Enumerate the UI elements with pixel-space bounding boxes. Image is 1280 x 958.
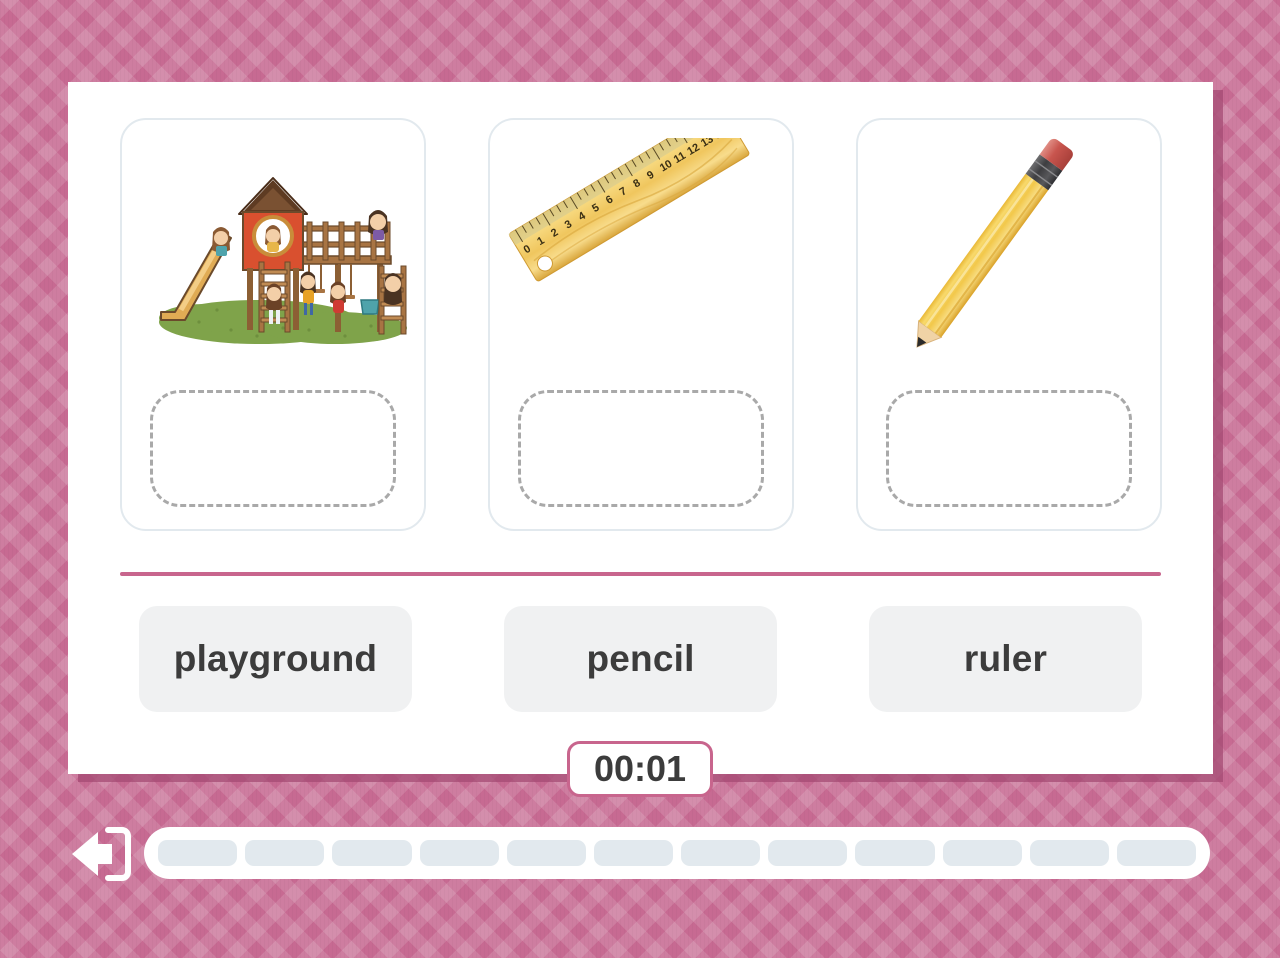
word-chip-ruler[interactable]: ruler — [869, 606, 1142, 712]
picture-card-ruler[interactable]: 01 23 45 67 89 1011 1213 14 — [487, 118, 794, 531]
back-button[interactable] — [68, 822, 134, 886]
picture-card-playground[interactable] — [119, 118, 426, 531]
progress-segment — [158, 840, 238, 866]
progress-segment — [855, 840, 935, 866]
word-chip-playground[interactable]: playground — [139, 606, 412, 712]
timer-display: 00:01 — [567, 741, 713, 797]
ruler-illustration: 01 23 45 67 89 1011 1213 14 — [490, 120, 792, 390]
progress-segment — [245, 840, 325, 866]
word-chip-pencil[interactable]: pencil — [504, 606, 777, 712]
progress-segment — [593, 840, 674, 866]
drop-zone-ruler[interactable] — [517, 390, 764, 507]
progress-segment — [1029, 840, 1109, 866]
progress-segment — [1116, 840, 1197, 866]
section-divider — [120, 572, 1161, 576]
progress-segment — [419, 840, 499, 866]
drop-zone-pencil[interactable] — [885, 390, 1132, 507]
playground-illustration — [122, 120, 424, 390]
word-bank-row: playground pencil ruler — [68, 606, 1213, 712]
picture-card-row: 01 23 45 67 89 1011 1213 14 — [68, 82, 1213, 531]
drop-zone-playground[interactable] — [149, 390, 396, 507]
activity-panel: 01 23 45 67 89 1011 1213 14 — [68, 82, 1213, 774]
progress-segment — [332, 840, 412, 866]
progress-bar[interactable] — [144, 827, 1210, 879]
exit-arrow-icon — [72, 827, 131, 881]
progress-segment — [506, 840, 586, 866]
progress-segment — [768, 840, 848, 866]
progress-segment — [681, 840, 761, 866]
pencil-illustration — [858, 120, 1160, 390]
progress-segment — [942, 840, 1022, 866]
picture-card-pencil[interactable] — [855, 118, 1162, 531]
